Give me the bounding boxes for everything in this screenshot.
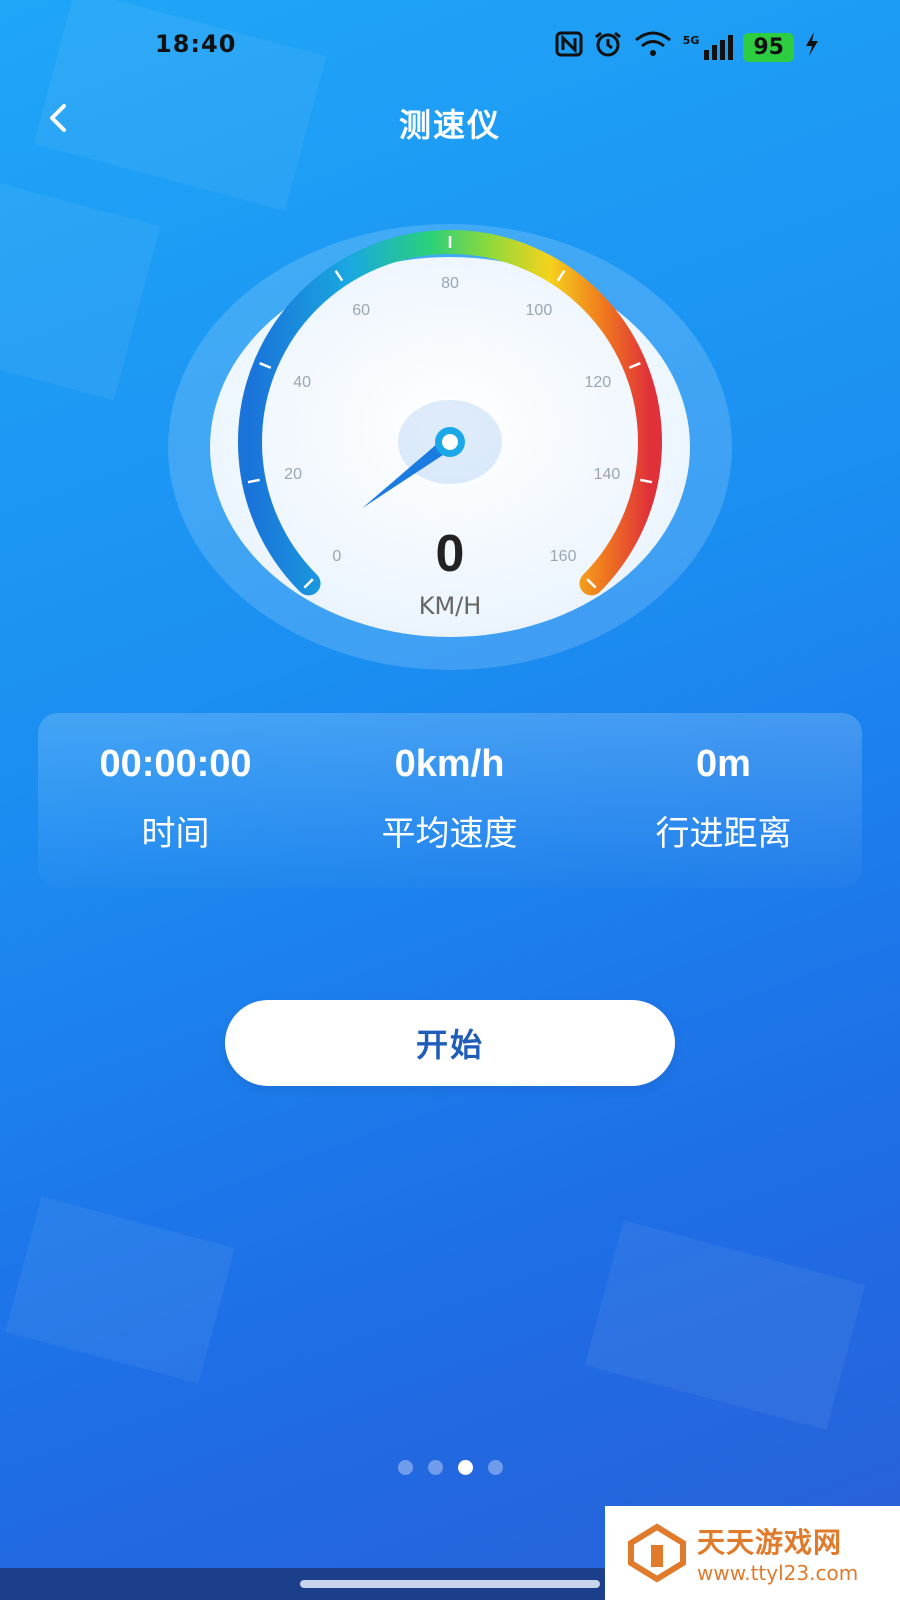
charging-icon bbox=[804, 31, 820, 63]
status-icons: 5G 95 bbox=[555, 30, 820, 64]
stats-panel: 00:00:00 时间 0km/h 平均速度 0m 行进距离 bbox=[38, 713, 862, 888]
network-type: 5G bbox=[682, 34, 700, 47]
gauge-tick-label: 60 bbox=[352, 302, 370, 319]
nfc-icon bbox=[555, 31, 583, 63]
page-dot[interactable] bbox=[427, 1460, 443, 1475]
watermark: 天天游戏网 www.ttyl23.com bbox=[605, 1506, 900, 1600]
stat-avg-speed-value: 0km/h bbox=[394, 743, 505, 785]
page-dot[interactable] bbox=[457, 1460, 473, 1475]
status-time: 18:40 bbox=[155, 30, 237, 58]
gauge-tick-label: 20 bbox=[284, 466, 302, 483]
page-indicator bbox=[0, 1460, 900, 1475]
alarm-icon bbox=[593, 30, 623, 64]
needle-hub-center bbox=[442, 434, 458, 450]
gauge-tick-label: 40 bbox=[293, 374, 311, 391]
stat-distance-label: 行进距离 bbox=[655, 814, 792, 854]
watermark-logo-icon bbox=[628, 1523, 686, 1583]
watermark-name: 天天游戏网 bbox=[697, 1526, 843, 1559]
wifi-icon bbox=[633, 30, 673, 64]
gauge-tick-label: 0 bbox=[332, 548, 341, 565]
home-indicator[interactable] bbox=[300, 1580, 600, 1588]
speed-value: 0 bbox=[436, 525, 465, 583]
gauge-tick-label: 100 bbox=[526, 302, 553, 319]
page-title: 测速仪 bbox=[398, 106, 501, 144]
watermark-text: 天天游戏网 www.ttyl23.com bbox=[697, 1521, 858, 1585]
page-dot[interactable] bbox=[487, 1460, 503, 1475]
stat-distance-value: 0m bbox=[696, 743, 751, 785]
battery-level: 95 bbox=[743, 32, 794, 62]
signal-icon: 5G bbox=[683, 34, 734, 60]
stat-avg-speed-label: 平均速度 bbox=[381, 814, 518, 854]
speedometer-gauge: 0 20 40 60 80 100 120 140 160 0 KM/H bbox=[168, 224, 732, 670]
speed-unit: KM/H bbox=[419, 592, 482, 620]
stat-avg-speed: 0km/h 平均速度 bbox=[312, 743, 587, 855]
background-shape bbox=[0, 179, 161, 401]
watermark-url: www.ttyl23.com bbox=[697, 1561, 859, 1585]
background-shape bbox=[584, 1220, 866, 1430]
gauge-tick-label: 80 bbox=[441, 275, 459, 292]
gauge-tick-label: 120 bbox=[584, 374, 611, 391]
gauge-tick-label: 160 bbox=[550, 548, 577, 565]
gauge-tick-label: 140 bbox=[594, 466, 621, 483]
stat-distance: 0m 行进距离 bbox=[586, 743, 861, 855]
stat-time-value: 00:00:00 bbox=[99, 743, 252, 785]
start-button[interactable]: 开始 bbox=[225, 1000, 675, 1086]
stat-time: 00:00:00 时间 bbox=[38, 743, 313, 855]
status-bar: 18:40 5G 95 bbox=[0, 0, 900, 90]
background-shape bbox=[5, 1196, 235, 1384]
stat-time-label: 时间 bbox=[141, 814, 210, 854]
page-dot[interactable] bbox=[397, 1460, 413, 1475]
